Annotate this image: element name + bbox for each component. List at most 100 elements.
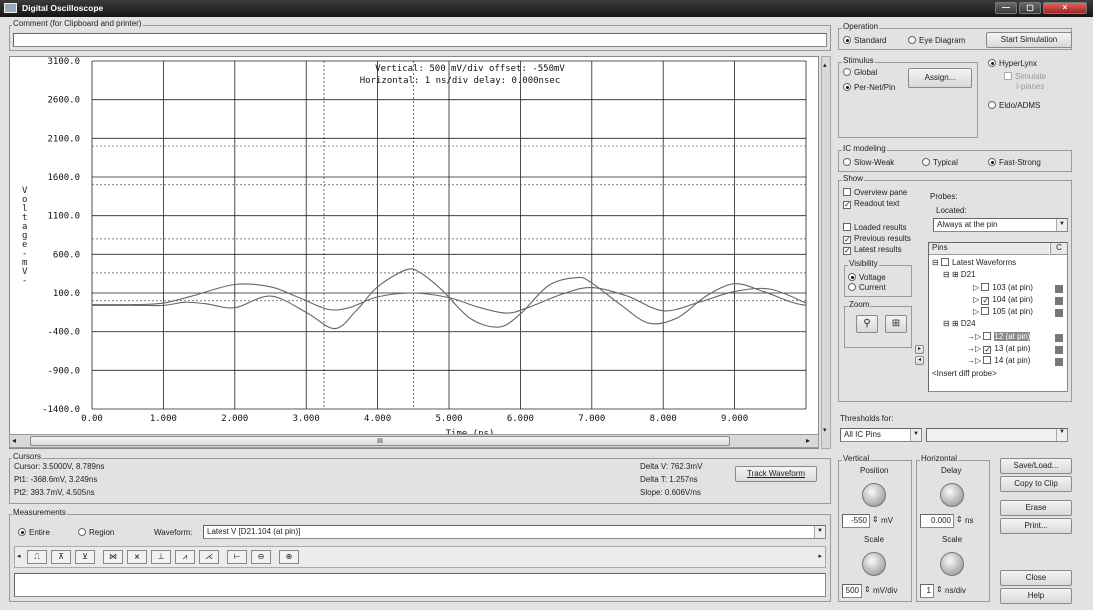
plot-vertical-scrollbar[interactable]: ▴ ▾ (821, 56, 831, 449)
scroll-up-arrow[interactable]: ▴ (823, 61, 827, 69)
tree-pin-103[interactable]: ▷ 103 (at pin) (973, 283, 1033, 293)
pins-header[interactable]: Pins (929, 243, 1049, 255)
crossing-icon[interactable]: ⊕ (279, 550, 299, 564)
color-swatch[interactable] (1055, 334, 1063, 342)
vertical-scale-knob[interactable] (862, 552, 886, 576)
scroll-thumb[interactable]: III (30, 436, 730, 446)
thresholds-dropdown[interactable]: All IC Pins ▼ (840, 428, 922, 442)
operation-standard-radio[interactable]: Standard (843, 36, 886, 46)
maximize-button[interactable]: ▢ (1019, 2, 1041, 14)
chevron-down-icon[interactable]: ▼ (910, 429, 921, 441)
loaded-results-checkbox[interactable]: Loaded results (843, 223, 906, 233)
tree-pin-13[interactable]: →▷ ✓ 13 (at pin) (967, 344, 1030, 354)
simulate-iplanes-checkbox[interactable]: Simulate (1004, 72, 1046, 82)
located-dropdown[interactable]: Always at the pin ▼ (933, 218, 1068, 232)
visibility-current-radio[interactable]: Current (848, 283, 886, 293)
ic-slow-radio[interactable]: Slow-Weak (843, 158, 894, 168)
checkbox-icon (1004, 72, 1012, 80)
probe-right-button[interactable]: ◂ (915, 356, 924, 365)
tree-pin-105[interactable]: ▷ 105 (at pin) (973, 307, 1033, 317)
undershoot-icon[interactable]: ⩙ (127, 550, 147, 564)
ic-typical-radio[interactable]: Typical (922, 158, 958, 168)
help-button[interactable]: Help (1000, 588, 1072, 604)
scroll-down-arrow[interactable]: ▾ (823, 426, 827, 434)
probe-left-button[interactable]: ▸ (915, 345, 924, 354)
measure-region-radio[interactable]: Region (78, 528, 114, 538)
stimulus-global-radio[interactable]: Global (843, 68, 877, 78)
zoom-in-button[interactable]: ⚲ (856, 315, 878, 333)
assign-button[interactable]: Assign... (908, 68, 972, 88)
scroll-left-arrow[interactable]: ◂ (12, 436, 16, 445)
color-swatch[interactable] (1055, 285, 1063, 293)
previous-results-checkbox[interactable]: ✓ Previous results (843, 234, 911, 244)
color-swatch[interactable] (1055, 346, 1063, 354)
close-button[interactable]: Close (1000, 570, 1072, 586)
start-simulation-button[interactable]: Start Simulation (986, 32, 1072, 48)
pins-header-right[interactable]: C (1050, 243, 1067, 255)
oscilloscope-plot[interactable]: 3100.0 2600.0 2100.0 1600.0 1100.0 600.0 100.0… (10, 57, 818, 448)
delay-icon[interactable]: ⊢ (227, 550, 247, 564)
horizontal-scale-input[interactable]: 1 (920, 584, 934, 598)
tree-d21[interactable]: ⊟ ⊞ D21 (943, 270, 976, 280)
pulse-width-icon[interactable]: ⎍ (27, 550, 47, 564)
waveform-dropdown[interactable]: Latest V [D21.104 (at pin)] ▼ (203, 525, 826, 539)
tree-pin-104[interactable]: ▷ ✓ 104 (at pin) (973, 295, 1033, 305)
rise-time-icon[interactable]: ⊼ (51, 550, 71, 564)
chevron-down-icon[interactable]: ▼ (1056, 429, 1067, 441)
period-icon[interactable]: ⊥ (151, 550, 171, 564)
measure-entire-radio[interactable]: Entire (18, 528, 50, 538)
frequency-icon[interactable]: ⩘ (175, 550, 195, 564)
horizontal-scale-knob[interactable] (940, 552, 964, 576)
erase-button[interactable]: Erase (1000, 500, 1072, 516)
vertical-position-spinner[interactable]: ⇕ (872, 515, 879, 525)
copy-to-clip-button[interactable]: Copy to Clip (1000, 476, 1072, 492)
minimize-button[interactable]: — (995, 2, 1017, 14)
insert-diff-probe[interactable]: <Insert diff probe> (932, 369, 997, 379)
close-window-button[interactable]: × (1043, 2, 1087, 14)
horizontal-delay-knob[interactable] (940, 483, 964, 507)
vertical-scale-spinner[interactable]: ⇕ (864, 585, 871, 595)
vertical-scale-input[interactable]: 500 (842, 584, 862, 598)
eldo-radio[interactable]: Eldo/ADMS (988, 101, 1040, 111)
print-button[interactable]: Print... (1000, 518, 1072, 534)
scroll-right-arrow[interactable]: ▸ (806, 436, 810, 445)
visibility-voltage-radio[interactable]: Voltage (848, 273, 886, 283)
zoom-fit-button[interactable]: ⊞ (885, 315, 907, 333)
tree-d24[interactable]: ⊟ ⊞ D24 (943, 319, 976, 329)
toolbar-scroll-right[interactable]: ▸ (818, 552, 822, 560)
radio-on-icon (848, 273, 856, 281)
slew-icon[interactable]: ⋌ (199, 550, 219, 564)
plot-scrollbar[interactable]: ◂ III ▸ (9, 434, 819, 448)
horizontal-delay-spinner[interactable]: ⇕ (956, 515, 963, 525)
overshoot-icon[interactable]: ⋈ (103, 550, 123, 564)
overview-pane-checkbox[interactable]: Overview pane (843, 188, 907, 198)
tree-pin-14[interactable]: →▷ 14 (at pin) (967, 356, 1030, 366)
vertical-position-input[interactable]: -550 (842, 514, 870, 528)
chevron-down-icon[interactable]: ▼ (1056, 219, 1067, 231)
eye-icon[interactable]: ⊖ (251, 550, 271, 564)
track-waveform-button[interactable]: Track Waveform (735, 466, 817, 482)
color-swatch[interactable] (1055, 309, 1063, 317)
horizontal-scale-spinner[interactable]: ⇕ (936, 585, 943, 595)
toolbar-scroll-left[interactable]: ◂ (17, 552, 21, 560)
hyperlynx-radio[interactable]: HyperLynx (988, 59, 1037, 69)
color-swatch[interactable] (1055, 297, 1063, 305)
title-bar: Digital Oscilloscope — ▢ × (0, 0, 1093, 17)
ic-fast-radio[interactable]: Fast-Strong (988, 158, 1041, 168)
color-swatch[interactable] (1055, 358, 1063, 366)
pins-tree-panel[interactable]: Pins C ⊟ Latest Waveforms ⊟ ⊞ D21 ▷ 103 … (928, 242, 1068, 392)
readout-text-checkbox[interactable]: ✓ Readout text (843, 199, 899, 209)
horizontal-delay-input[interactable]: 0.000 (920, 514, 954, 528)
tree-root[interactable]: ⊟ Latest Waveforms (932, 258, 1016, 268)
fall-time-icon[interactable]: ⊻ (75, 550, 95, 564)
operation-eye-radio[interactable]: Eye Diagram (908, 36, 965, 46)
vertical-position-knob[interactable] (862, 483, 886, 507)
thresholds-secondary-dropdown[interactable]: ▼ (926, 428, 1068, 442)
stimulus-pernet-radio[interactable]: Per-Net/Pin (843, 83, 895, 93)
tree-pin-12[interactable]: →▷ 12 (at pin) (967, 332, 1031, 342)
save-load-button[interactable]: Save/Load... (1000, 458, 1072, 474)
chevron-down-icon[interactable]: ▼ (814, 526, 825, 538)
latest-results-checkbox[interactable]: ✓ Latest results (843, 245, 902, 255)
stimulus-pernet-label: Per-Net/Pin (854, 83, 896, 92)
comment-input[interactable] (13, 33, 827, 47)
